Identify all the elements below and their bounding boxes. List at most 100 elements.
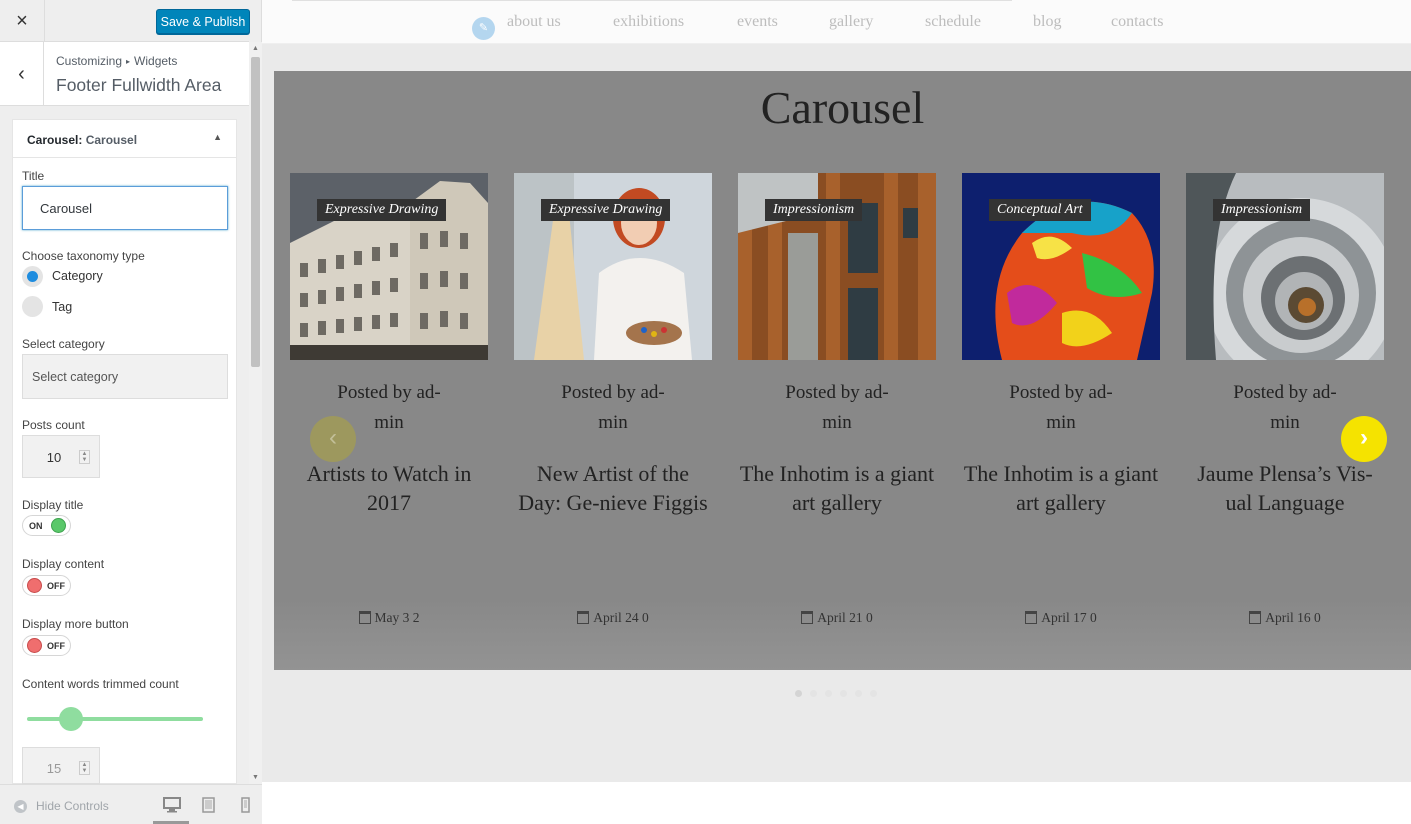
nav-blog[interactable]: blog [1033, 13, 1061, 31]
calendar-icon [358, 611, 371, 624]
hide-controls-label: Hide Controls [36, 799, 109, 813]
nav-events[interactable]: events [737, 13, 778, 31]
post-date-text: May 3 2 [374, 610, 420, 625]
nav-gallery[interactable]: gallery [829, 13, 873, 31]
post-date-text: April 17 0 [1041, 610, 1097, 625]
breadcrumb-root: Customizing [56, 54, 123, 68]
post-thumbnail-spiral-stair[interactable]: Impressionism [1186, 173, 1384, 360]
display-content-toggle[interactable]: OFF [22, 575, 71, 596]
post-title[interactable]: Jaume Plensa’s Vis-ual Language [1186, 459, 1384, 517]
mobile-icon[interactable] [237, 797, 255, 813]
carousel-card[interactable]: Impressionism Posted by ad- min The Inho… [738, 173, 936, 625]
scroll-up-icon[interactable]: ▲ [251, 44, 260, 54]
breadcrumb-current: Widgets [134, 54, 178, 68]
save-publish-button[interactable]: Save & Publish [156, 9, 250, 34]
post-date-text: April 16 0 [1265, 610, 1321, 625]
scroll-down-icon[interactable]: ▼ [251, 773, 260, 783]
post-thumbnail-wood-facade[interactable]: Impressionism [738, 173, 936, 360]
tablet-icon[interactable] [200, 797, 218, 813]
desktop-icon[interactable] [163, 797, 181, 813]
nav-contacts[interactable]: contacts [1111, 13, 1163, 31]
display-content-label: Display content [22, 557, 105, 571]
pagination-dot[interactable] [810, 690, 817, 697]
trim-slider-handle[interactable] [59, 707, 83, 731]
nav-schedule[interactable]: schedule [925, 13, 981, 31]
trim-slider-track[interactable] [27, 717, 203, 721]
category-tag[interactable]: Expressive Drawing [541, 199, 671, 221]
post-author-text: Posted by ad- min [1233, 382, 1337, 433]
trim-count-label: Content words trimmed count [22, 677, 179, 691]
pagination-dot[interactable] [795, 690, 802, 697]
pagination-dot[interactable] [870, 690, 877, 697]
toggle-state: OFF [47, 581, 65, 591]
nav-exhibitions[interactable]: exhibitions [613, 13, 684, 31]
posts-count-value: 10 [46, 450, 62, 465]
edit-pencil-icon[interactable]: ✎ [472, 17, 495, 40]
post-title[interactable]: New Artist of the Day: Ge-nieve Figgis [514, 459, 712, 517]
category-select[interactable]: Select category [22, 354, 228, 399]
post-date: April 24 0 [514, 610, 712, 626]
post-date-text: April 21 0 [817, 610, 873, 625]
widget-title-prefix: Carousel: [27, 133, 83, 147]
category-tag[interactable]: Impressionism [765, 199, 863, 221]
carousel-card[interactable]: Conceptual Art Posted by ad- min The Inh… [962, 173, 1160, 625]
hide-controls-button[interactable]: ◀ Hide Controls [14, 799, 109, 813]
trim-count-input[interactable]: 15 ▲ ▼ [22, 747, 100, 784]
carousel-pagination [795, 690, 877, 697]
carousel-card[interactable]: Impressionism Posted by ad- min Jaume Pl… [1186, 173, 1384, 625]
breadcrumb: Customizing ▸ Widgets [56, 54, 177, 68]
post-title[interactable]: The Inhotim is a giant art gallery [962, 459, 1160, 517]
pagination-dot[interactable] [855, 690, 862, 697]
post-thumbnail-building[interactable]: Expressive Drawing [290, 173, 488, 360]
section-title: Footer Fullwidth Area [56, 75, 222, 95]
category-tag[interactable]: Impressionism [1213, 199, 1311, 221]
widget-title-name: Carousel [85, 133, 138, 147]
customizer-footer: ◀ Hide Controls [0, 784, 262, 824]
site-navigation: ✎ about us exhibitions events gallery sc… [262, 0, 1411, 44]
stepper-icon[interactable]: ▲ ▼ [79, 761, 90, 775]
title-input[interactable] [22, 186, 228, 230]
collapse-arrow-icon[interactable]: ▲ [213, 132, 222, 142]
scrollbar-thumb[interactable] [251, 57, 260, 367]
pagination-dot[interactable] [825, 690, 832, 697]
widget-header[interactable]: Carousel: Carousel ▲ [13, 120, 236, 158]
nav-top-border [292, 0, 1012, 1]
post-date: May 3 2 [290, 610, 488, 626]
carousel-prev-icon[interactable]: ‹ [310, 416, 356, 462]
trim-count-value: 15 [46, 761, 62, 776]
carousel-card[interactable]: Expressive Drawing Posted by ad- min New… [514, 173, 712, 625]
post-title[interactable]: Artists to Watch in 2017 [290, 459, 488, 517]
post-date: April 16 0 [1186, 610, 1384, 626]
carousel-card[interactable]: Expressive Drawing Posted by ad- min Art… [290, 173, 488, 625]
radio-tag[interactable] [22, 296, 43, 317]
post-thumbnail-color-face[interactable]: Conceptual Art [962, 173, 1160, 360]
nav-about-us[interactable]: about us [507, 13, 561, 31]
display-more-toggle[interactable]: OFF [22, 635, 71, 656]
site-preview: ✎ about us exhibitions events gallery sc… [262, 0, 1411, 824]
display-title-toggle[interactable]: ON [22, 515, 71, 536]
posts-count-input[interactable]: 10 ▲ ▼ [22, 435, 100, 478]
post-author: Posted by ad- min [514, 378, 712, 438]
category-tag[interactable]: Conceptual Art [989, 199, 1091, 221]
pagination-dot[interactable] [840, 690, 847, 697]
post-author-text: Posted by ad- min [337, 382, 441, 433]
customizer-header: × Save & Publish [0, 0, 250, 42]
post-title[interactable]: The Inhotim is a giant art gallery [738, 459, 936, 517]
close-icon[interactable]: × [0, 0, 45, 42]
toggle-knob [51, 518, 66, 533]
toggle-state: OFF [47, 641, 65, 651]
back-icon[interactable]: ‹ [0, 42, 44, 106]
customizer-sidebar: × Save & Publish ‹ Customizing ▸ Widgets F… [0, 0, 262, 824]
post-author-text: Posted by ad- min [785, 382, 889, 433]
stepper-icon[interactable]: ▲ ▼ [79, 450, 90, 464]
title-label: Title [22, 169, 45, 183]
post-author-text: Posted by ad- min [1009, 382, 1113, 433]
category-tag[interactable]: Expressive Drawing [317, 199, 447, 221]
category-label: Select category [22, 337, 105, 351]
post-thumbnail-painter[interactable]: Expressive Drawing [514, 173, 712, 360]
toggle-knob [27, 638, 42, 653]
breadcrumb-separator-icon: ▸ [126, 57, 131, 66]
carousel-next-icon[interactable]: › [1341, 416, 1387, 462]
calendar-icon [577, 611, 590, 624]
radio-category[interactable] [22, 266, 43, 287]
